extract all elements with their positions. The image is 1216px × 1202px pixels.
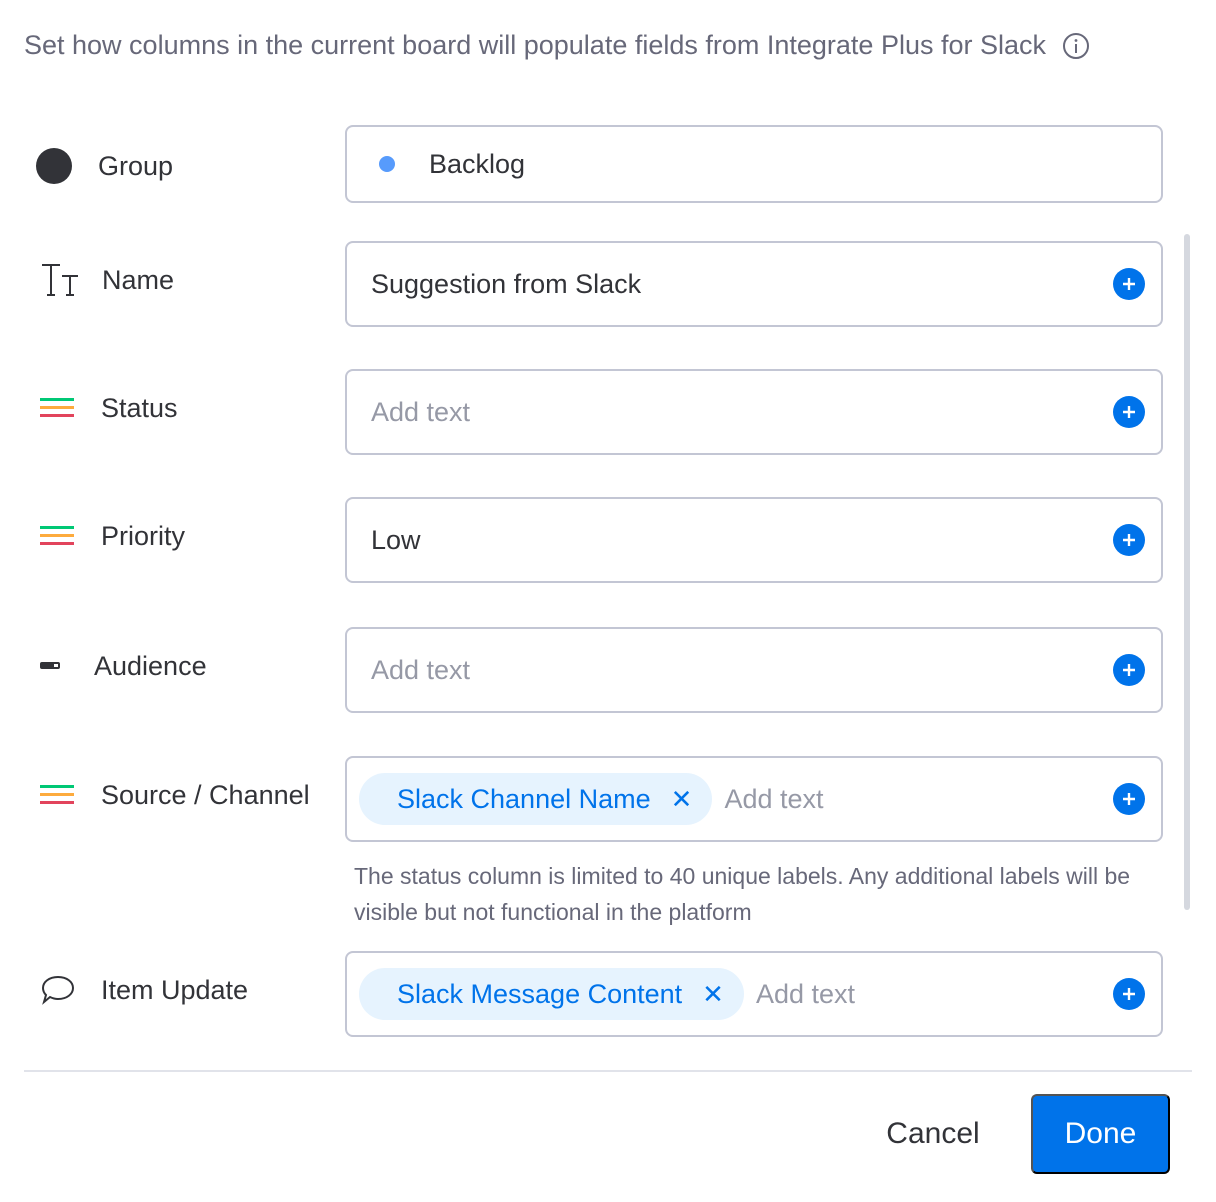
dialog-subtitle: Set how columns in the current board wil… (24, 30, 1090, 61)
group-dot-icon (36, 148, 72, 184)
audience-placeholder: Add text (371, 654, 471, 685)
row-label-source-channel: Source / Channel (40, 775, 310, 815)
status-lines-icon (40, 397, 76, 419)
label-priority: Priority (101, 520, 186, 551)
label-group: Group (98, 150, 174, 181)
source-channel-placeholder: Add text (724, 783, 824, 814)
label-name: Name (102, 264, 175, 295)
chip-label: Slack Channel Name (397, 783, 651, 814)
token-chip[interactable]: Slack Channel Name ✕ (359, 773, 713, 825)
status-lines-icon (40, 525, 76, 547)
label-audience: Audience (94, 650, 207, 681)
token-chip[interactable]: Slack Message Content ✕ (359, 968, 744, 1020)
priority-field[interactable]: Low (345, 497, 1163, 583)
status-limit-hint: The status column is limited to 40 uniqu… (354, 863, 1131, 925)
cancel-button[interactable]: Cancel (860, 1094, 1006, 1174)
speech-bubble-icon (40, 974, 76, 1006)
chip-label: Slack Message Content (397, 978, 683, 1009)
row-label-name: Name (40, 260, 174, 300)
status-placeholder: Add text (371, 396, 471, 427)
name-value: Suggestion from Slack (371, 268, 642, 299)
row-label-audience: Audience (40, 646, 207, 686)
add-value-button[interactable] (1113, 524, 1145, 556)
add-value-button[interactable] (1113, 783, 1145, 815)
done-button[interactable]: Done (1031, 1094, 1170, 1174)
audience-field[interactable]: Add text (345, 627, 1163, 713)
priority-value: Low (371, 524, 421, 555)
group-color-dot (379, 156, 395, 172)
label-item-update: Item Update (101, 974, 249, 1005)
add-value-button[interactable] (1113, 654, 1145, 686)
add-value-button[interactable] (1113, 396, 1145, 428)
footer-divider (24, 1070, 1192, 1072)
name-field[interactable]: Suggestion from Slack (345, 241, 1163, 327)
row-label-priority: Priority (40, 516, 185, 556)
remove-chip-icon[interactable]: ✕ (671, 784, 693, 815)
status-field[interactable]: Add text (345, 369, 1163, 455)
group-value: Backlog (429, 148, 526, 179)
dropdown-dash-icon (40, 661, 62, 671)
label-status: Status (101, 392, 178, 423)
item-update-field[interactable]: Slack Message Content ✕ Add text (345, 951, 1163, 1037)
item-update-placeholder: Add text (755, 978, 856, 1009)
info-circle-icon[interactable] (1062, 32, 1090, 60)
row-label-item-update: Item Update (40, 970, 248, 1010)
label-source-channel: Source / Channel (101, 779, 310, 810)
add-value-button[interactable] (1113, 268, 1145, 300)
group-select[interactable]: Backlog (345, 125, 1163, 203)
remove-chip-icon[interactable]: ✕ (702, 979, 724, 1010)
status-lines-icon (40, 784, 76, 806)
add-value-button[interactable] (1113, 978, 1145, 1010)
row-label-status: Status (40, 388, 178, 428)
row-label-group: Group (36, 146, 173, 186)
subtitle-text: Set how columns in the current board wil… (24, 30, 1047, 60)
source-channel-field[interactable]: Slack Channel Name ✕ Add text (345, 756, 1163, 842)
scrollbar[interactable] (1184, 234, 1190, 910)
text-type-icon (40, 262, 80, 298)
